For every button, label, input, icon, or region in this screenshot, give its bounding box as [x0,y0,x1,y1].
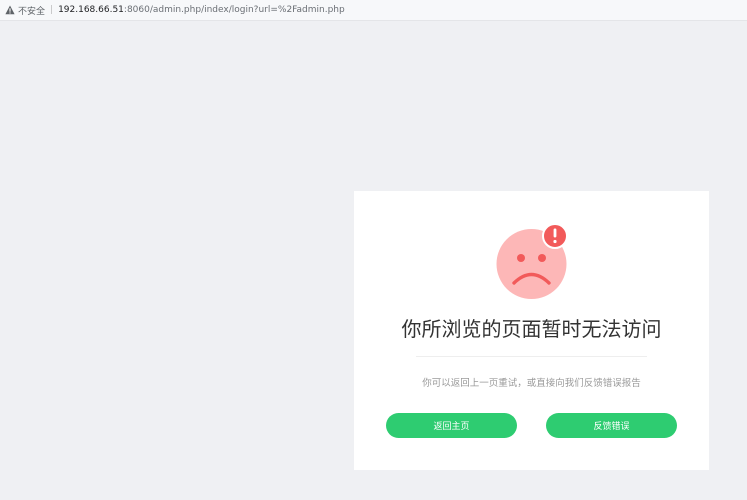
address-bar[interactable]: 不安全 | 192.168.66.51:8060/admin.php/index… [0,0,747,21]
url-path: :8060/admin.php/index/login?url=%2Fadmin… [123,5,345,15]
insecure-label[interactable]: 不安全 [18,4,45,17]
sad-face-with-alert-icon [493,222,570,299]
url-text[interactable]: 192.168.66.51:8060/admin.php/index/login… [58,5,345,15]
divider [416,356,647,357]
url-host: 192.168.66.51 [58,5,124,15]
error-title: 你所浏览的页面暂时无法访问 [401,317,662,341]
error-subtitle: 你可以返回上一页重试，或直接向我们反馈错误报告 [422,378,641,389]
back-to-home-button[interactable]: 返回主页 [386,413,517,438]
address-separator: | [50,5,54,15]
warning-triangle-icon[interactable] [5,5,15,15]
error-card: 你所浏览的页面暂时无法访问 你可以返回上一页重试，或直接向我们反馈错误报告 返回… [354,191,709,470]
report-error-button[interactable]: 反馈错误 [546,413,677,438]
